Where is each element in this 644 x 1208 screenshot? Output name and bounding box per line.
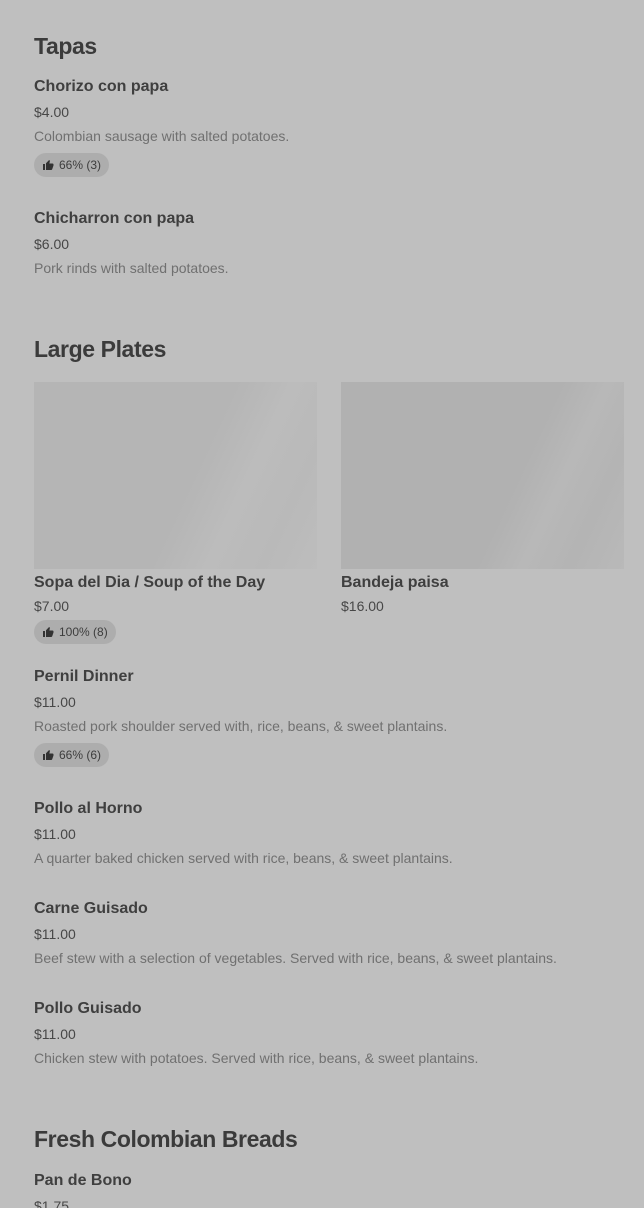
menu-item-pollo-al-horno[interactable]: Pollo al Horno $11.00 A quarter baked ch… <box>34 799 624 869</box>
menu-item-pan-de-bono[interactable]: Pan de Bono $1.75 <box>34 1171 624 1208</box>
item-name: Bandeja paisa <box>341 574 449 591</box>
item-price: $6.00 <box>34 236 70 252</box>
section-title-tapas: Tapas <box>34 33 97 59</box>
item-name: Chorizo con papa <box>34 78 169 95</box>
item-name: Sopa del Dia / Soup of the Day <box>34 574 266 591</box>
section-title-breads: Fresh Colombian Breads <box>34 1126 298 1152</box>
item-name: Chicharron con papa <box>34 210 195 227</box>
item-name: Pan de Bono <box>34 1172 132 1189</box>
item-price: $7.00 <box>34 598 70 614</box>
section-title-large-plates: Large Plates <box>34 336 166 362</box>
item-description: Colombian sausage with salted potatoes. <box>34 128 290 144</box>
item-price: $16.00 <box>341 598 384 614</box>
item-description: A quarter baked chicken served with rice… <box>34 850 453 866</box>
thumbs-up-icon <box>42 749 54 761</box>
rating-text: 66% (6) <box>59 748 102 762</box>
menu-item-pollo-guisado[interactable]: Pollo Guisado $11.00 Chicken stew with p… <box>34 999 624 1069</box>
item-price: $11.00 <box>34 826 76 842</box>
rating-text: 100% (8) <box>59 625 108 639</box>
menu-item-chicharron-con-papa[interactable]: Chicharron con papa $6.00 Pork rinds wit… <box>34 209 624 279</box>
item-description: Pork rinds with salted potatoes. <box>34 260 229 276</box>
menu-item-carne-guisado[interactable]: Carne Guisado $11.00 Beef stew with a se… <box>34 899 624 969</box>
item-description: Beef stew with a selection of vegetables… <box>34 950 557 966</box>
item-price: $11.00 <box>34 694 76 710</box>
rating-badge: 66% (3) <box>34 153 110 177</box>
rating-text: 66% (3) <box>59 158 102 172</box>
item-name: Carne Guisado <box>34 900 148 917</box>
item-name: Pollo Guisado <box>34 1000 142 1017</box>
item-description: Chicken stew with potatoes. Served with … <box>34 1050 479 1066</box>
menu-card-sopa-del-dia[interactable]: Sopa del Dia / Soup of the Day $7.00 100… <box>34 382 317 644</box>
item-price: $11.00 <box>34 1026 76 1042</box>
thumbs-up-icon <box>42 626 54 638</box>
item-price: $1.75 <box>34 1198 70 1208</box>
menu-item-pernil-dinner[interactable]: Pernil Dinner $11.00 Roasted pork should… <box>34 667 624 771</box>
thumbs-up-icon <box>42 159 54 171</box>
rating-badge: 100% (8) <box>34 620 116 644</box>
menu-card-bandeja-paisa[interactable]: Bandeja paisa $16.00 <box>341 382 624 618</box>
item-name: Pollo al Horno <box>34 800 143 817</box>
item-image <box>341 382 624 569</box>
item-price: $11.00 <box>34 926 76 942</box>
item-name: Pernil Dinner <box>34 668 134 685</box>
menu-item-chorizo-con-papa[interactable]: Chorizo con papa $4.00 Colombian sausage… <box>34 77 624 181</box>
rating-badge: 66% (6) <box>34 743 110 767</box>
item-price: $4.00 <box>34 104 70 120</box>
item-image <box>34 382 317 569</box>
item-description: Roasted pork shoulder served with, rice,… <box>34 718 448 734</box>
